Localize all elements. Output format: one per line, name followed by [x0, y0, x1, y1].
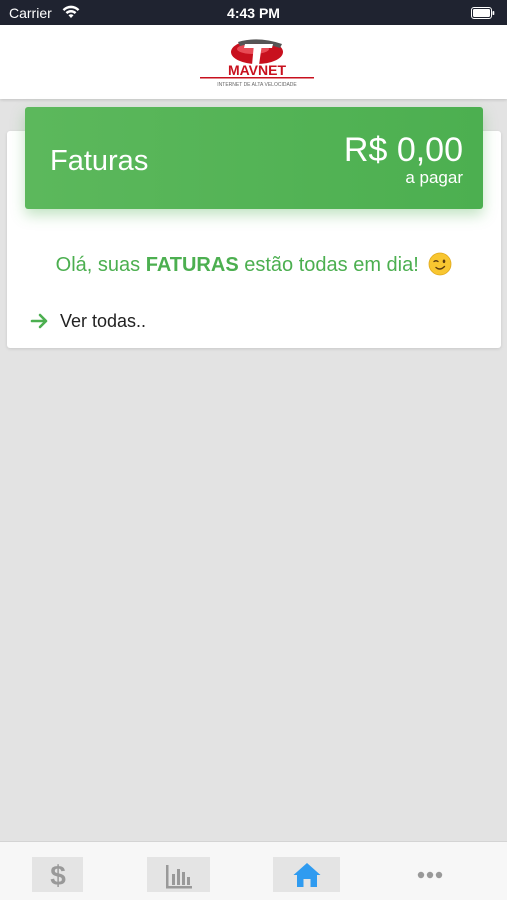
- message-bold: FATURAS: [145, 254, 239, 276]
- wink-emoji-icon: [428, 252, 452, 276]
- logo-wordmark: MAVNET: [228, 62, 287, 78]
- ver-todas-label: Ver todas..: [60, 310, 147, 331]
- status-time: 4:43 PM: [227, 5, 280, 21]
- faturas-amount-caption: a pagar: [405, 168, 463, 187]
- arrow-right-icon: [30, 313, 48, 329]
- bottom-tab-bar: $: [0, 841, 507, 900]
- mavnet-logo: MAVNET INTERNET DE ALTA VELOCIDADE: [200, 39, 314, 88]
- ver-todas-link[interactable]: Ver todas..: [30, 309, 146, 333]
- more-dots-icon: [417, 871, 443, 878]
- tab-consumo[interactable]: [147, 857, 210, 892]
- tab-home[interactable]: [273, 857, 340, 892]
- bar-chart-icon: [165, 864, 192, 888]
- battery-icon: [471, 7, 495, 19]
- tab-faturas[interactable]: $: [32, 857, 83, 892]
- logo-tagline: INTERNET DE ALTA VELOCIDADE: [217, 82, 297, 88]
- faturas-title: Faturas: [50, 145, 149, 177]
- message-post: estão todas em dia!: [238, 254, 419, 276]
- app-header: MAVNET INTERNET DE ALTA VELOCIDADE: [0, 25, 507, 99]
- home-icon: [293, 862, 320, 887]
- status-bar: Carrier 4:43 PM: [0, 0, 507, 25]
- tab-more[interactable]: [400, 857, 460, 892]
- faturas-amount: R$ 0,00: [343, 131, 463, 169]
- svg-text:$: $: [50, 861, 66, 889]
- dollar-icon: $: [50, 861, 66, 889]
- faturas-status-message: Olá, suas FATURAS estão todas em dia!: [7, 252, 501, 277]
- message-pre: Olá, suas: [55, 254, 146, 276]
- faturas-card-header[interactable]: Faturas R$ 0,00 a pagar: [25, 107, 483, 209]
